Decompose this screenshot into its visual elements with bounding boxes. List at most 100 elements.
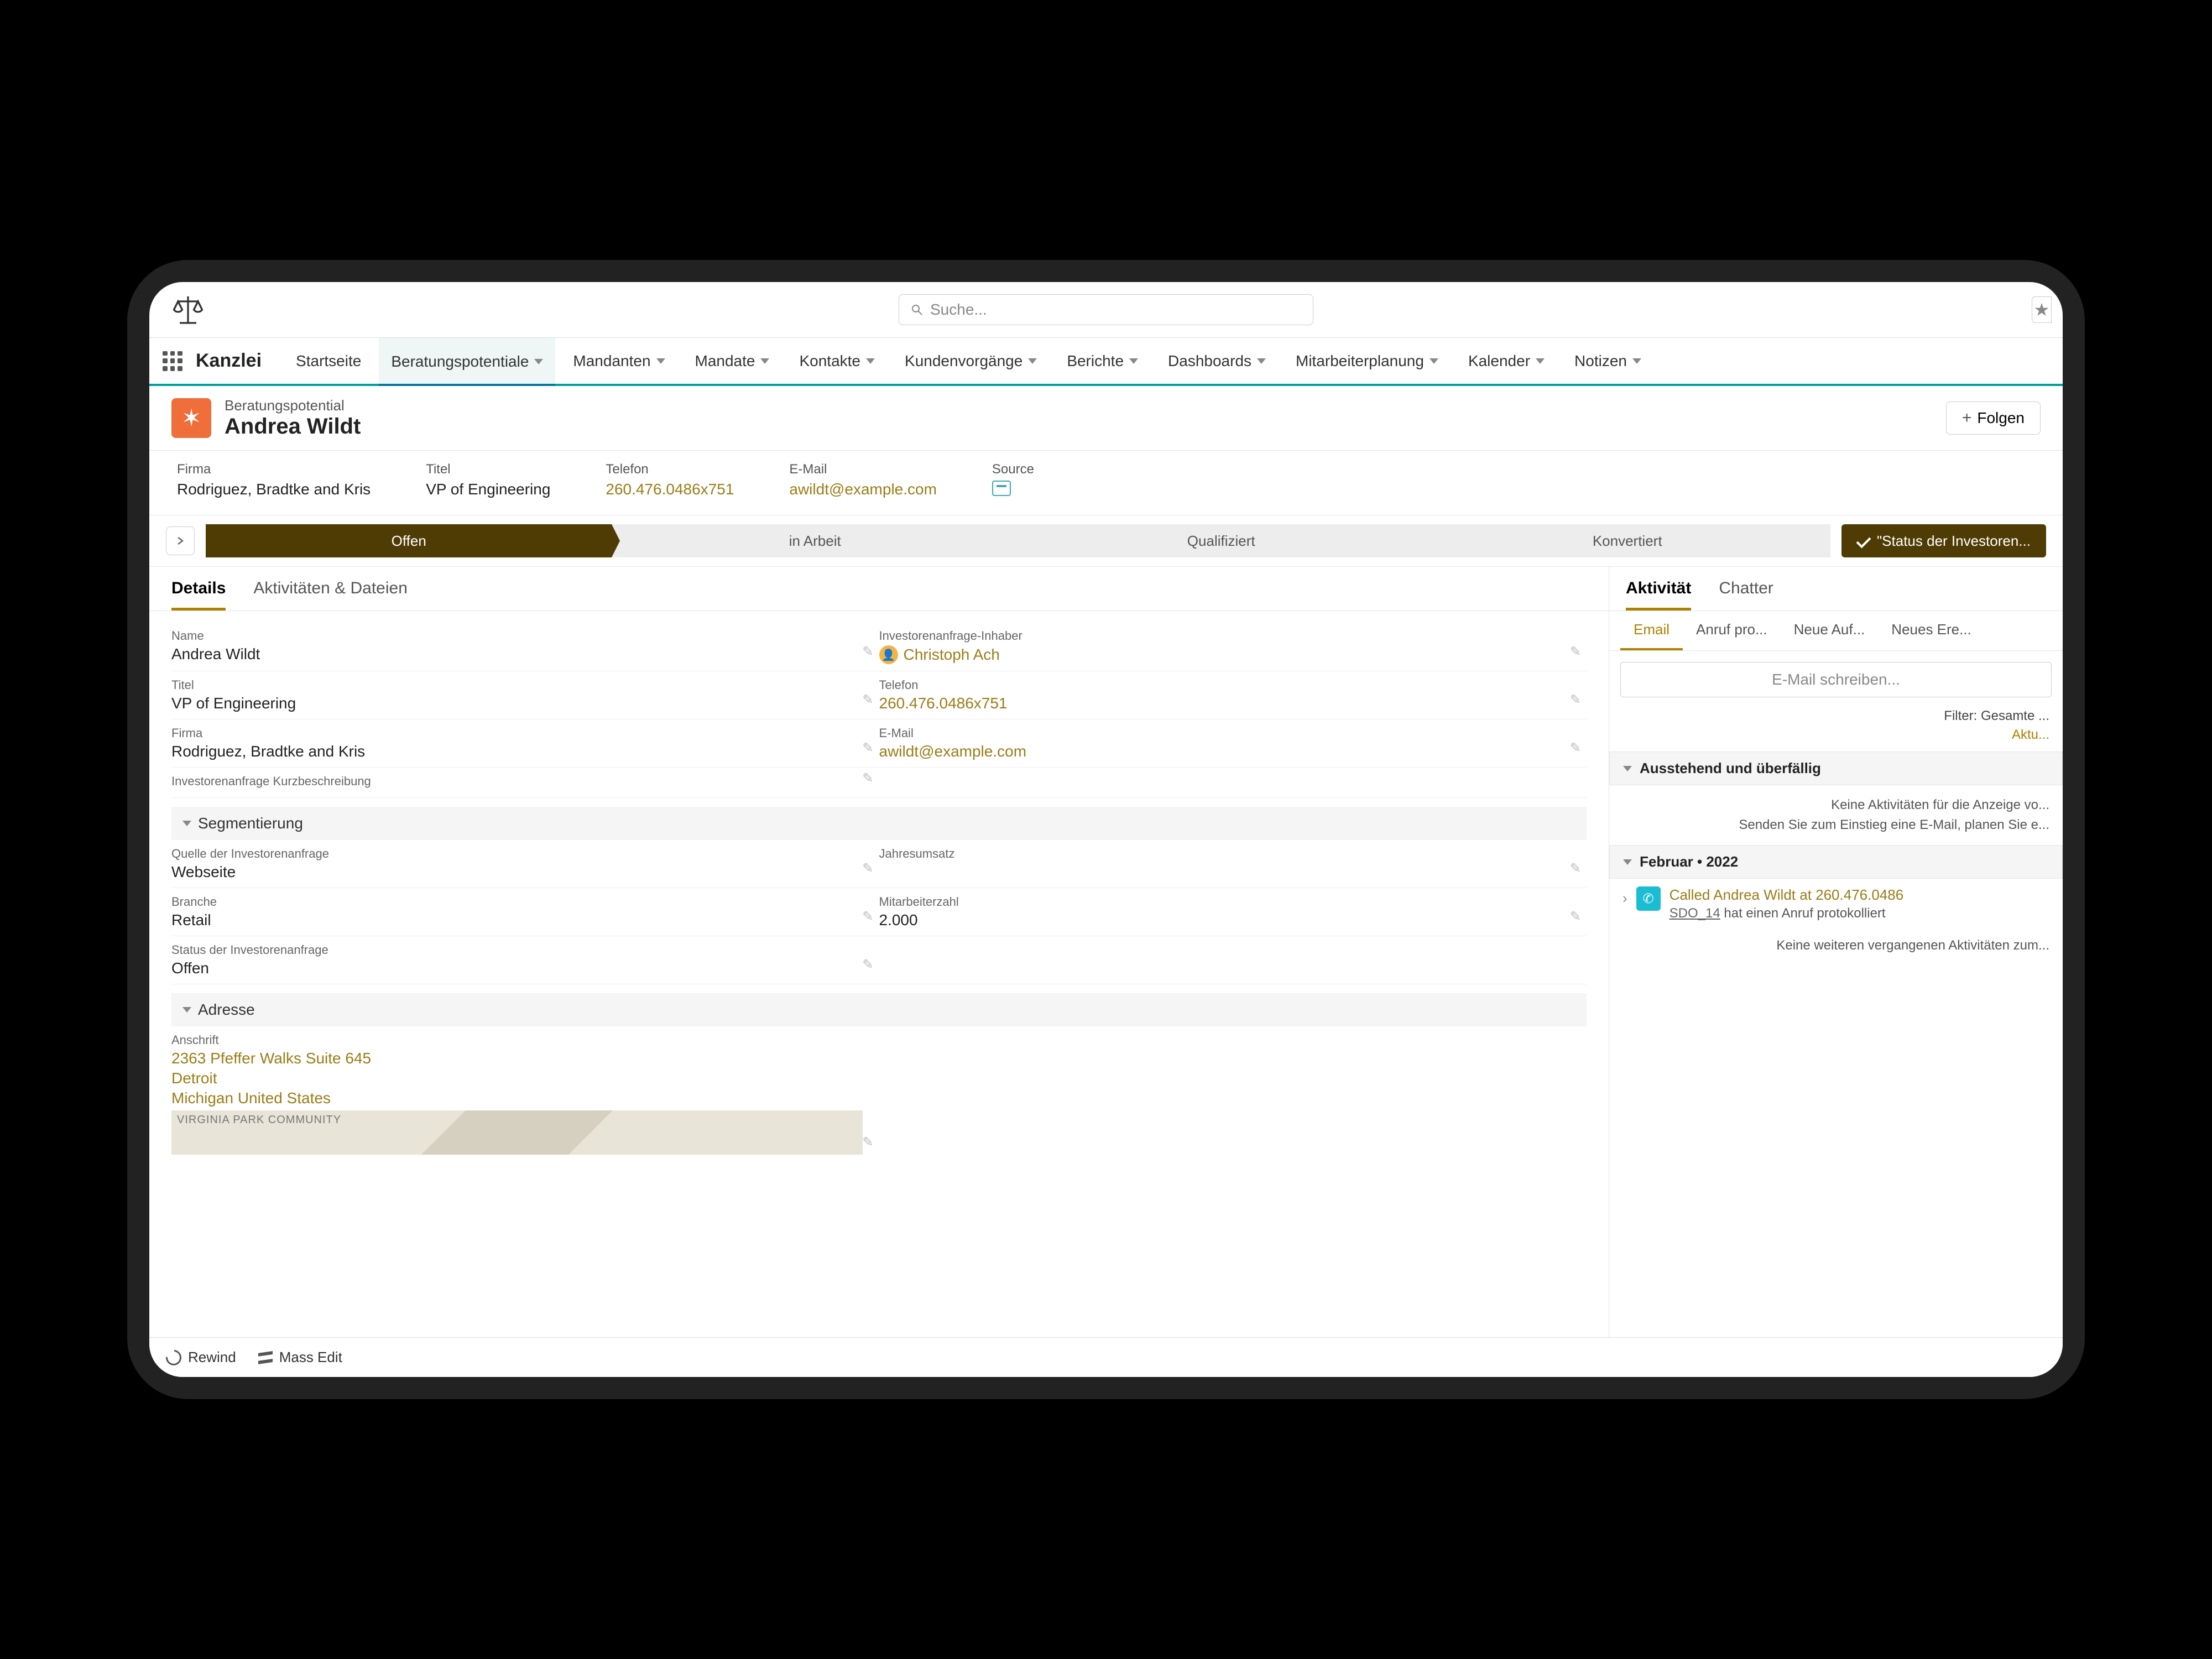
nav-notizen[interactable]: Notizen [1562,338,1653,384]
mark-status-complete-button[interactable]: "Status der Investoren... [1841,524,2046,557]
nav-startseite[interactable]: Startseite [284,338,373,384]
chevron-down-icon [1257,358,1266,364]
nav-mandate[interactable]: Mandate [683,338,782,384]
path-stage-in-arbeit[interactable]: in Arbeit [612,524,1018,557]
section-adresse[interactable]: Adresse [171,993,1587,1026]
check-icon [1856,534,1871,549]
sales-path: Offen in Arbeit Qualifiziert Konvertiert… [149,515,2063,567]
timeline-user-link[interactable]: SDO_14 [1670,906,1720,921]
plus-icon: + [1962,409,1972,427]
edit-employees-button[interactable]: ✎ [1570,909,1581,925]
follow-button[interactable]: +Folgen [1946,401,2041,435]
path-stage-qualifiziert[interactable]: Qualifiziert [1018,524,1424,557]
edit-revenue-button[interactable]: ✎ [1570,860,1581,877]
timeline-title[interactable]: Called Andrea Wildt at 260.476.0486 [1670,886,1904,904]
favorite-icon[interactable]: ★ [2032,296,2052,323]
label-desc: Investorenanfrage Kurzbeschreibung [171,774,863,789]
value-name: Andrea Wildt [171,645,863,663]
value-email[interactable]: awildt@example.com [789,481,937,498]
timeline-subtitle: SDO_14 hat einen Anruf protokolliert [1670,906,1904,921]
path-stage-offen[interactable]: Offen [206,524,612,557]
value-email2[interactable]: awildt@example.com [879,743,1571,760]
path-stage-konvertiert[interactable]: Konvertiert [1424,524,1830,557]
chevron-down-icon [1028,358,1037,364]
addr-line2[interactable]: Detroit [171,1070,863,1087]
tab-aktivitaet[interactable]: Aktivität [1626,579,1691,611]
nav-beratungspotentiale[interactable]: Beratungspotentiale [379,338,555,384]
section-segmentierung[interactable]: Segmentierung [171,807,1587,840]
edit-address-button[interactable]: ✎ [862,1134,873,1150]
edit-source-button[interactable]: ✎ [862,860,873,877]
compose-email-input[interactable]: E-Mail schreiben... [1620,662,2052,697]
month-header[interactable]: Februar • 2022 [1609,845,2063,879]
nav-kundenvorgaenge[interactable]: Kundenvorgänge [893,338,1049,384]
edit-name-button[interactable]: ✎ [862,644,873,660]
tab-chatter[interactable]: Chatter [1719,579,1773,611]
chevron-down-icon [1536,358,1545,364]
value-firma: Rodriguez, Bradtke and Kris [177,481,371,498]
chevron-down-icon [1623,859,1632,865]
tab-activities-files[interactable]: Aktivitäten & Dateien [253,579,407,611]
nav-dashboards[interactable]: Dashboards [1156,338,1278,384]
edit-titel-button[interactable]: ✎ [862,692,873,708]
value-owner[interactable]: 👤 Christoph Ach [879,645,1571,664]
subtab-task[interactable]: Neue Auf... [1781,611,1879,650]
app-name: Kanzlei [196,350,262,372]
edit-telefon-button[interactable]: ✎ [1570,692,1581,708]
app-launcher-icon[interactable] [160,349,185,373]
call-log-icon: ✆ [1636,886,1661,911]
label-firma: Firma [177,462,371,477]
nav-mandanten[interactable]: Mandanten [561,338,677,384]
left-column: Details Aktivitäten & Dateien Name Andre… [149,567,1609,1374]
edit-owner-button[interactable]: ✎ [1570,644,1581,660]
primary-nav: Kanzlei Startseite Beratungspotentiale M… [149,337,2063,386]
label-branche: Branche [171,895,863,909]
label-email: E-Mail [789,462,937,477]
chevron-down-icon [1632,358,1641,364]
activity-filter[interactable]: Filter: Gesamte ... [1609,708,2063,724]
rewind-button[interactable]: Rewind [166,1349,236,1366]
label-revenue: Jahresumsatz [879,847,1571,861]
chevron-down-icon [534,359,543,364]
edit-email-button[interactable]: ✎ [1570,740,1581,756]
activity-refresh-link[interactable]: Aktu... [1609,724,2063,752]
path-expand-button[interactable] [166,526,195,555]
value-branche: Retail [171,911,863,929]
upcoming-overdue-header[interactable]: Ausstehend und überfällig [1609,752,2063,785]
timeline-item: › ✆ Called Andrea Wildt at 260.476.0486 … [1609,879,2063,929]
addr-line1[interactable]: 2363 Pfeffer Walks Suite 645 [171,1050,863,1067]
edit-branche-button[interactable]: ✎ [862,909,873,925]
chevron-down-icon [760,358,769,364]
mass-edit-button[interactable]: Mass Edit [258,1349,342,1366]
nav-kalender[interactable]: Kalender [1456,338,1557,384]
utility-bar: Rewind Mass Edit [149,1337,2063,1377]
owner-avatar-icon: 👤 [879,645,898,664]
map-preview[interactable]: VIRGINIA PARK COMMUNITY [171,1110,863,1155]
timeline-expand-button[interactable]: › [1623,890,1627,907]
label-owner: Investorenanfrage-Inhaber [879,629,1571,643]
nav-berichte[interactable]: Berichte [1055,338,1150,384]
upcoming-empty: Keine Aktivitäten für die Anzeige vo... … [1609,785,2063,845]
search-placeholder: Suche... [930,301,987,319]
tab-details[interactable]: Details [171,579,226,611]
right-tabs: Aktivität Chatter [1609,567,2063,611]
label-email2: E-Mail [879,726,1571,740]
value-telefon[interactable]: 260.476.0486x751 [606,481,734,498]
addr-line3[interactable]: Michigan United States [171,1089,863,1107]
content-area: Details Aktivitäten & Dateien Name Andre… [149,567,2063,1374]
subtab-email[interactable]: Email [1620,611,1683,650]
nav-mitarbeiterplanung[interactable]: Mitarbeiterplanung [1284,338,1451,384]
global-search[interactable]: Suche... [899,294,1313,325]
value-telefon2[interactable]: 260.476.0486x751 [879,695,1571,712]
nav-kontakte[interactable]: Kontakte [787,338,887,384]
subtab-event[interactable]: Neues Ere... [1878,611,1985,650]
record-tabs: Details Aktivitäten & Dateien [149,567,1609,611]
right-column: Aktivität Chatter Email Anruf pro... Neu… [1609,567,2063,1374]
edit-desc-button[interactable]: ✎ [862,770,873,786]
edit-firma-button[interactable]: ✎ [862,740,873,756]
record-type: Beratungspotential [225,397,361,414]
search-icon [910,303,924,316]
edit-status-button[interactable]: ✎ [862,957,873,973]
value-titel2: VP of Engineering [171,695,863,712]
subtab-call[interactable]: Anruf pro... [1683,611,1781,650]
